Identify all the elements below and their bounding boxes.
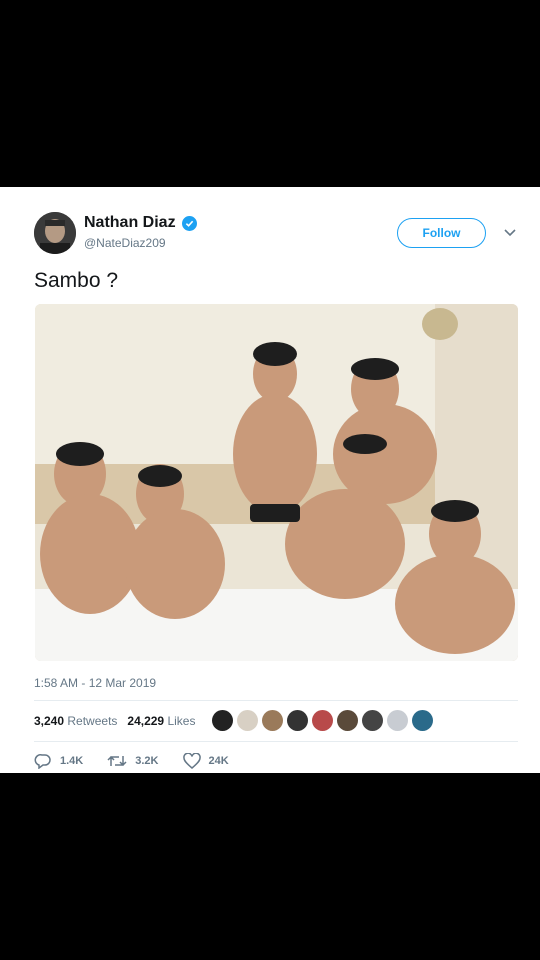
liker-avatars — [212, 710, 433, 731]
display-name[interactable]: Nathan Diaz — [84, 214, 176, 232]
verified-badge-icon — [181, 215, 197, 231]
reply-count: 1.4K — [60, 755, 84, 767]
retweet-icon — [107, 755, 127, 767]
likes-count: 24,229 — [127, 714, 165, 728]
display-name-row[interactable]: Nathan Diaz — [84, 214, 197, 232]
chevron-down-icon[interactable] — [503, 228, 517, 238]
liker-avatar[interactable] — [387, 710, 408, 731]
liker-avatar[interactable] — [287, 710, 308, 731]
divider — [34, 700, 518, 701]
reply-icon — [34, 754, 51, 769]
liker-avatar[interactable] — [312, 710, 333, 731]
retweets-label: Retweets — [67, 714, 118, 728]
liker-avatar[interactable] — [362, 710, 383, 731]
like-count: 24K — [208, 755, 229, 767]
divider — [34, 741, 518, 742]
tweet-text: Sambo ? — [34, 269, 119, 292]
handle[interactable]: @NateDiaz209 — [84, 236, 166, 250]
tweet-photo[interactable] — [35, 304, 518, 661]
retweets-stat[interactable]: 3,240 Retweets — [34, 714, 117, 728]
engagement-stats: 3,240 Retweets 24,229 Likes — [34, 714, 195, 728]
tweet-timestamp[interactable]: 1:58 AM - 12 Mar 2019 — [34, 676, 156, 690]
avatar[interactable] — [34, 212, 76, 254]
retweets-count: 3,240 — [34, 714, 65, 728]
likes-stat[interactable]: 24,229 Likes — [127, 714, 195, 728]
heart-icon — [182, 753, 201, 769]
action-bar: 1.4K 3.2K 24K — [34, 753, 253, 769]
retweet-count: 3.2K — [135, 755, 159, 767]
like-action[interactable]: 24K — [182, 753, 229, 769]
liker-avatar[interactable] — [412, 710, 433, 731]
reply-action[interactable]: 1.4K — [34, 753, 83, 769]
liker-avatar[interactable] — [237, 710, 258, 731]
liker-avatar[interactable] — [262, 710, 283, 731]
likes-label: Likes — [167, 714, 196, 728]
liker-avatar[interactable] — [337, 710, 358, 731]
retweet-action[interactable]: 3.2K — [107, 753, 159, 769]
follow-button[interactable]: Follow — [397, 218, 486, 248]
liker-avatar[interactable] — [212, 710, 233, 731]
